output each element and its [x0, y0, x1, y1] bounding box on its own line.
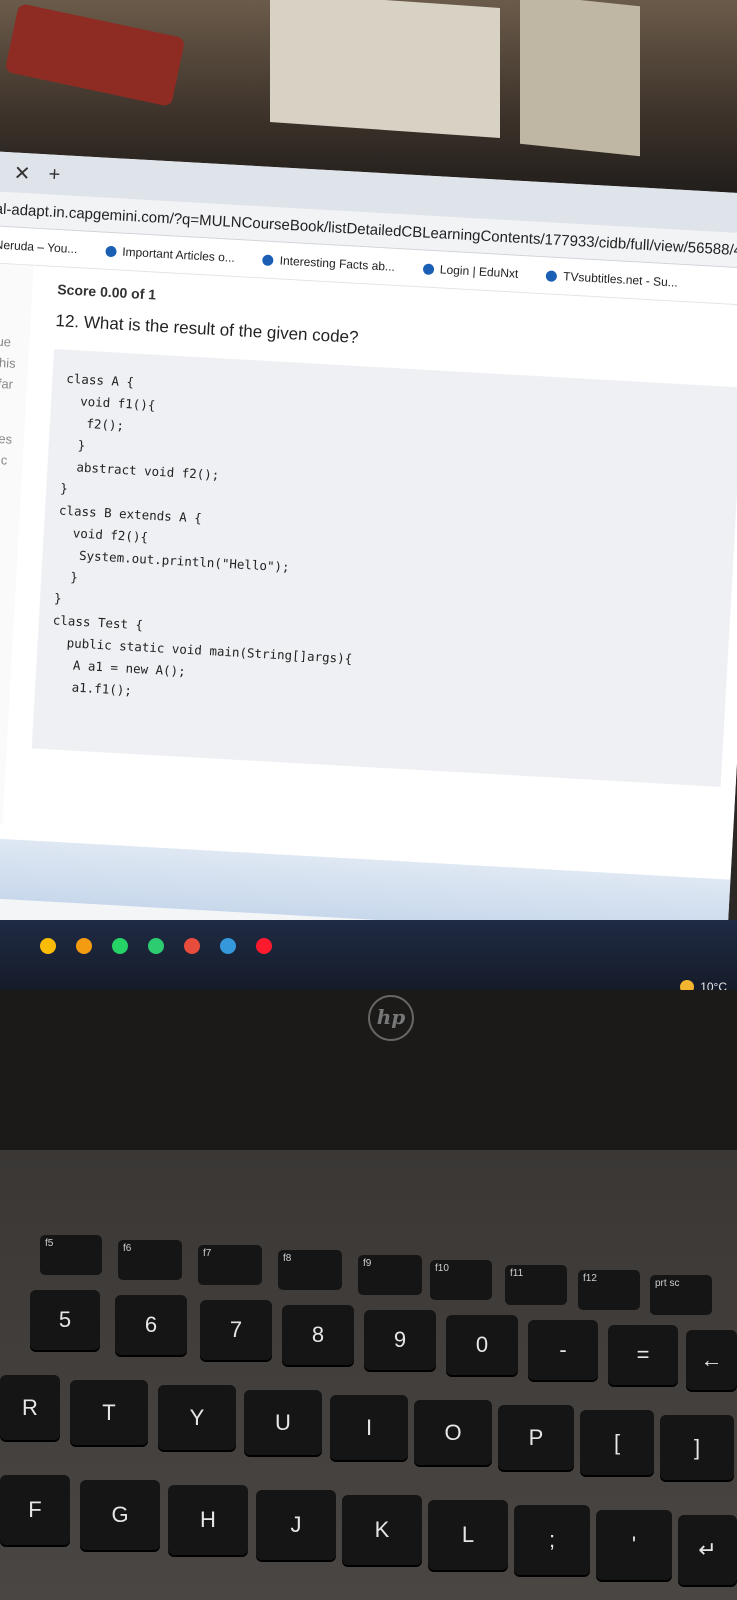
- f7-key[interactable]: f7: [198, 1245, 262, 1285]
- store-icon[interactable]: [148, 938, 164, 954]
- f6-key[interactable]: f6: [118, 1240, 182, 1280]
- key-0[interactable]: 0: [446, 1315, 518, 1375]
- app-icon[interactable]: [220, 938, 236, 954]
- heart-icon[interactable]: [184, 938, 200, 954]
- key-enter[interactable]: ↵: [678, 1515, 737, 1585]
- opera-icon[interactable]: [256, 938, 272, 954]
- laptop-screen: ✕ + al-adapt.in.capgemini.com/?q=MULNCou…: [0, 150, 737, 1034]
- bookmark-item[interactable]: Important Articles o...: [105, 244, 235, 265]
- key-h[interactable]: H: [168, 1485, 248, 1555]
- key-t[interactable]: T: [70, 1380, 148, 1445]
- key-l[interactable]: L: [428, 1500, 508, 1570]
- f5-key[interactable]: f5: [40, 1235, 102, 1275]
- new-tab-icon[interactable]: +: [48, 163, 61, 187]
- windows-taskbar: 10°C: [0, 920, 737, 994]
- key-left-bracket[interactable]: [: [580, 1410, 654, 1475]
- panel-text: ques: [0, 430, 13, 447]
- key-equals[interactable]: =: [608, 1325, 678, 1385]
- key-semicolon[interactable]: ;: [514, 1505, 590, 1575]
- panel-text: que: [0, 333, 12, 350]
- prt-sc-key[interactable]: prt sc: [650, 1275, 712, 1315]
- panel-text: f this: [0, 354, 17, 371]
- bookmark-item[interactable]: Neruda – You...: [0, 238, 78, 257]
- key-5[interactable]: 5: [30, 1290, 100, 1350]
- hp-logo: hp: [368, 995, 414, 1041]
- key-right-bracket[interactable]: ]: [660, 1415, 734, 1480]
- key-minus[interactable]: -: [528, 1320, 598, 1380]
- key-j[interactable]: J: [256, 1490, 336, 1560]
- key-f[interactable]: F: [0, 1475, 70, 1545]
- close-tab-icon[interactable]: ✕: [13, 160, 31, 186]
- bookmark-item[interactable]: Login | EduNxt: [422, 261, 519, 281]
- key-quote[interactable]: ': [596, 1510, 672, 1580]
- bookmark-icon: [422, 262, 435, 275]
- vlc-icon[interactable]: [76, 938, 92, 954]
- panel-text: ou c: [0, 451, 8, 468]
- key-6[interactable]: 6: [115, 1295, 187, 1355]
- f12-key[interactable]: f12: [578, 1270, 640, 1310]
- key-y[interactable]: Y: [158, 1385, 236, 1450]
- f8-key[interactable]: f8: [278, 1250, 342, 1290]
- key-r[interactable]: R: [0, 1375, 60, 1440]
- key-9[interactable]: 9: [364, 1310, 436, 1370]
- bookmark-item[interactable]: TVsubtitles.net - Su...: [545, 268, 678, 290]
- key-backspace[interactable]: ←: [686, 1330, 737, 1390]
- whatsapp-icon[interactable]: [112, 938, 128, 954]
- background-box: [520, 0, 640, 157]
- key-u[interactable]: U: [244, 1390, 322, 1455]
- key-i[interactable]: I: [330, 1395, 408, 1460]
- key-o[interactable]: O: [414, 1400, 492, 1465]
- bookmark-icon: [545, 269, 558, 282]
- key-g[interactable]: G: [80, 1480, 160, 1550]
- panel-text: o far: [0, 375, 14, 392]
- background-box: [270, 0, 500, 139]
- taskbar-icons: [40, 938, 272, 954]
- key-p[interactable]: P: [498, 1405, 574, 1470]
- code-block: class A { void f1(){ f2(); } abstract vo…: [31, 349, 737, 787]
- key-8[interactable]: 8: [282, 1305, 354, 1365]
- f9-key[interactable]: f9: [358, 1255, 422, 1295]
- bookmark-icon: [262, 254, 275, 266]
- bookmark-item[interactable]: Interesting Facts ab...: [262, 253, 395, 274]
- key-k[interactable]: K: [342, 1495, 422, 1565]
- quiz-content: que f this o far ques ou c Score 0.00 of…: [0, 261, 737, 880]
- f11-key[interactable]: f11: [505, 1265, 567, 1305]
- chrome-icon[interactable]: [40, 938, 56, 954]
- f10-key[interactable]: f10: [430, 1260, 492, 1300]
- left-panel: que f this o far ques ou c: [0, 263, 34, 825]
- key-7[interactable]: 7: [200, 1300, 272, 1360]
- bookmark-icon: [105, 245, 117, 257]
